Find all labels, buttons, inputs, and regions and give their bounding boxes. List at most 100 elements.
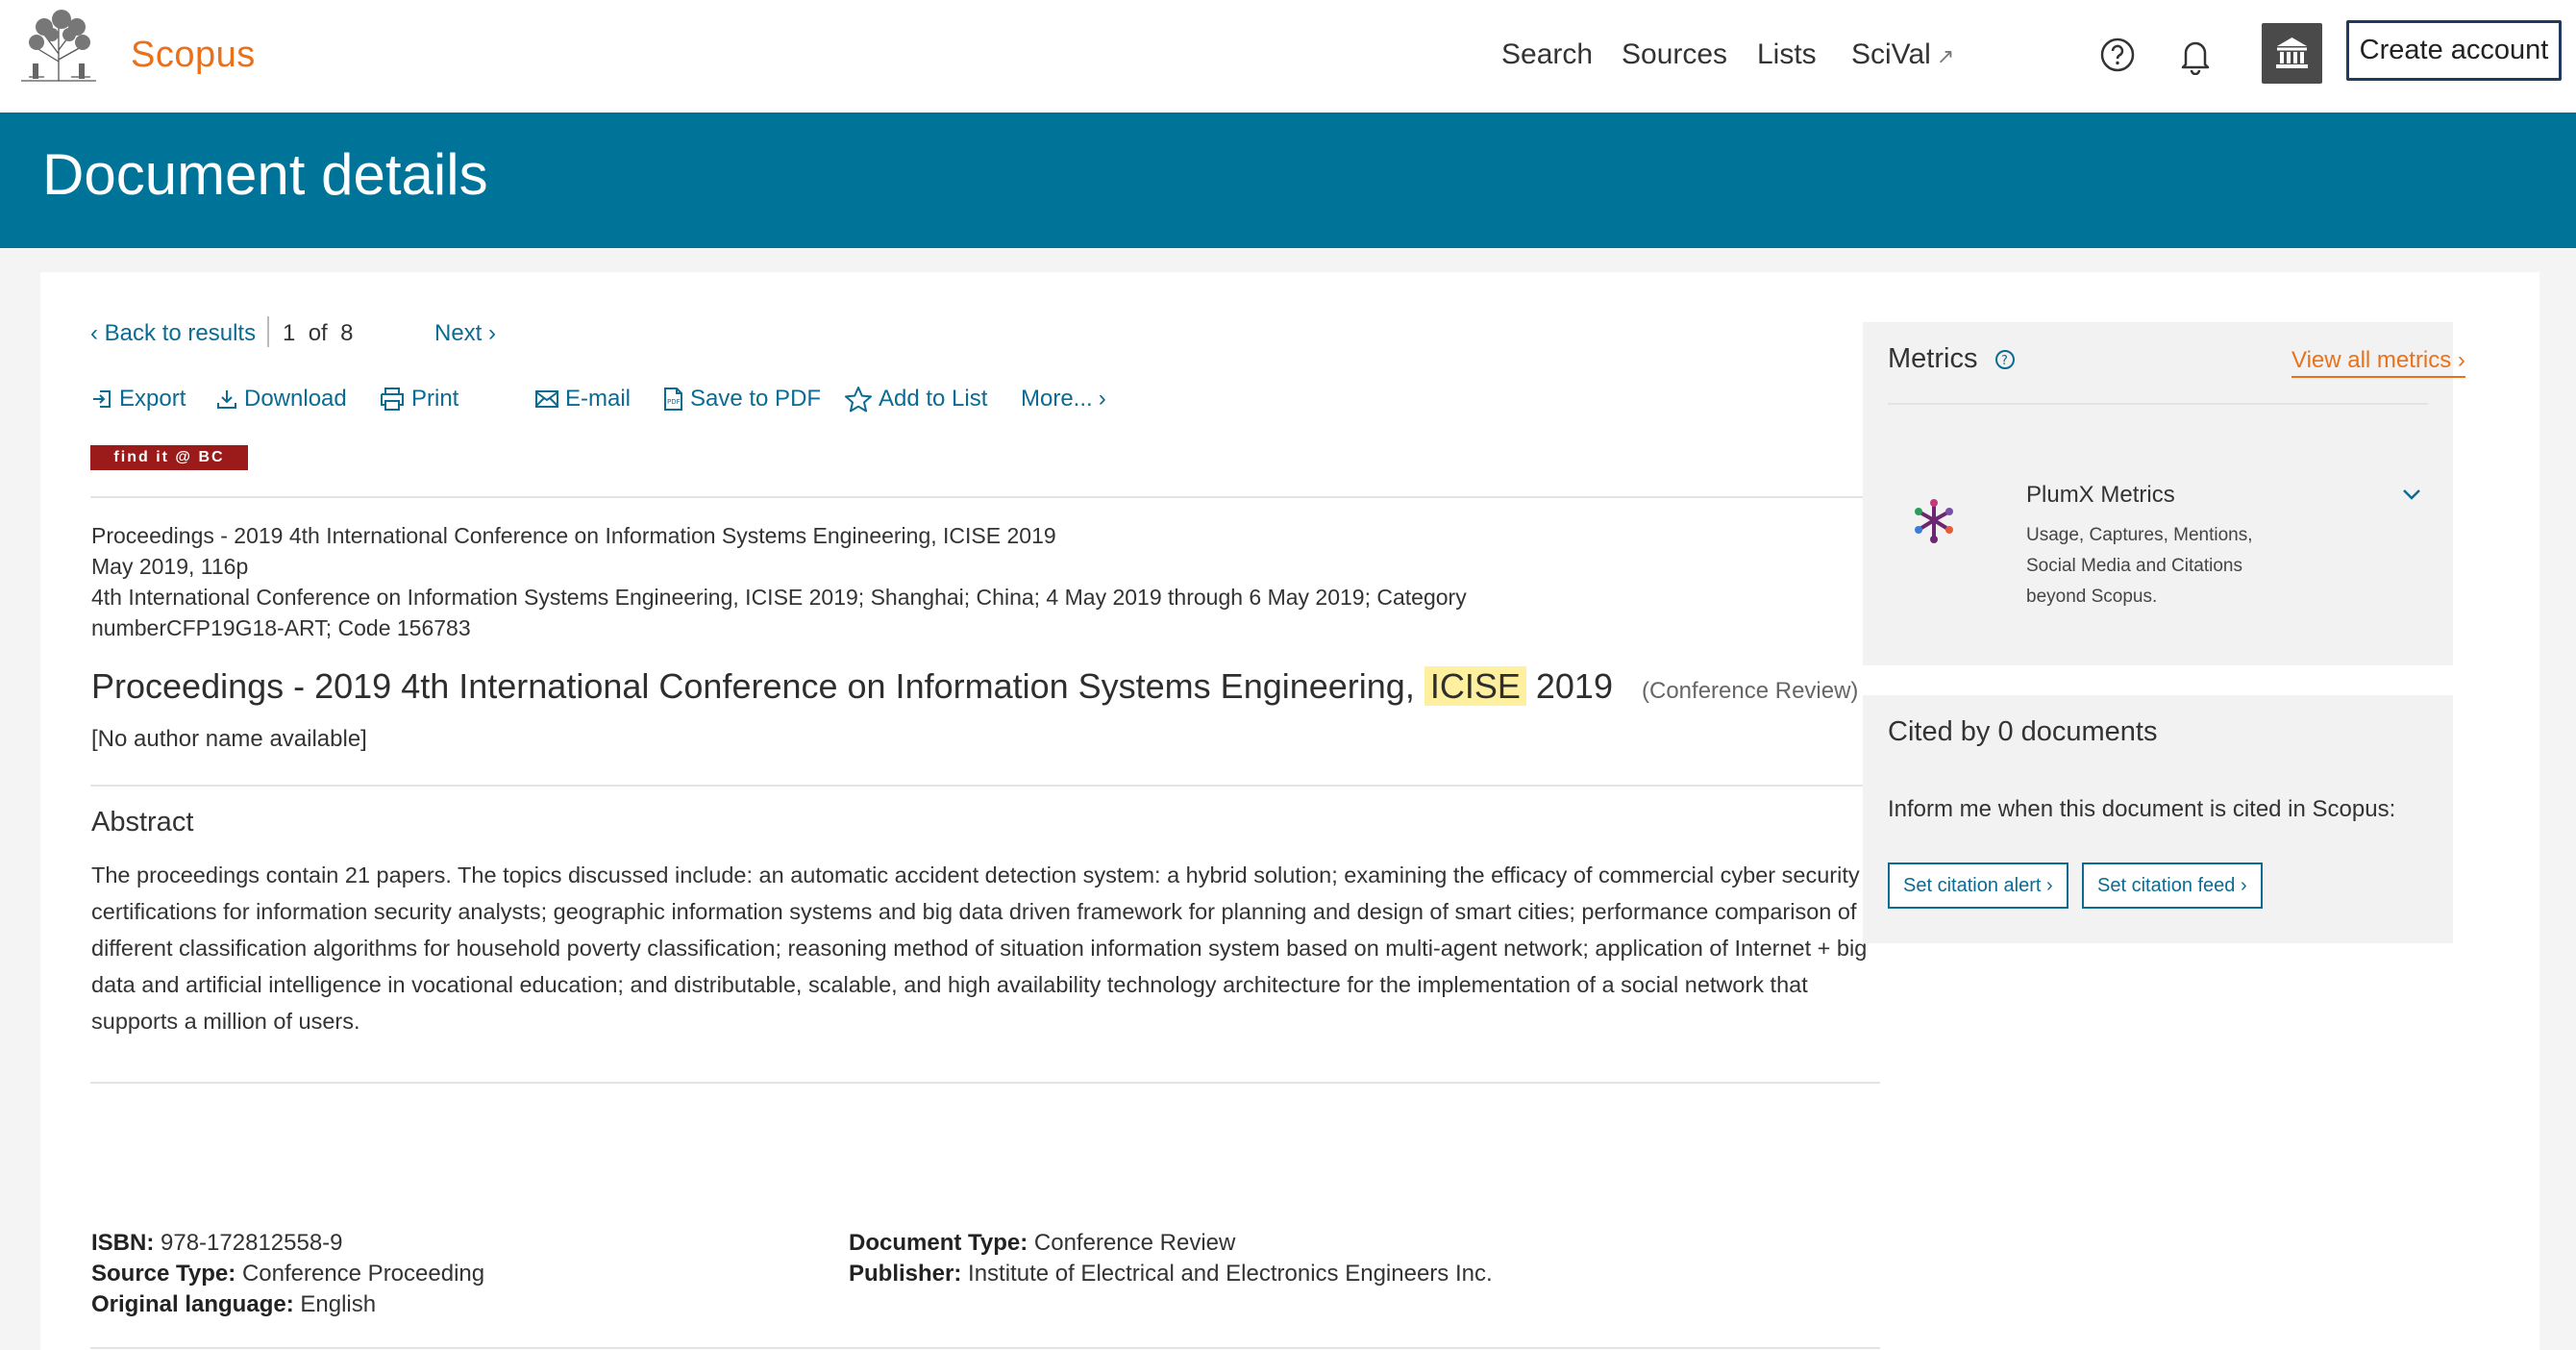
view-all-metrics-link[interactable]: View all metrics ›	[2291, 347, 2465, 378]
nav-lists[interactable]: Lists	[1757, 38, 1817, 71]
star-icon	[845, 387, 872, 412]
plumx-description: Usage, Captures, Mentions, Social Media …	[2026, 525, 2253, 607]
doc-type-value: Conference Review	[1033, 1230, 1236, 1256]
doc-type-label: Document Type:	[849, 1230, 1028, 1256]
isbn-label: ISBN:	[91, 1230, 155, 1256]
bell-icon[interactable]	[2177, 37, 2214, 75]
save-pdf-label: Save to PDF	[690, 386, 822, 412]
details-left: ISBN: 978-172812558-9 Source Type: Confe…	[91, 1228, 484, 1320]
set-citation-feed-button[interactable]: Set citation feed ›	[2082, 862, 2263, 909]
svg-text:PDF: PDF	[667, 398, 681, 406]
source-type-row: Source Type: Conference Proceeding	[91, 1259, 484, 1289]
of-label: of	[308, 320, 328, 346]
chevron-right-icon: ›	[1098, 386, 1106, 412]
metrics-heading: Metrics ?	[1888, 343, 2016, 375]
details-right: Document Type: Conference Review Publish…	[849, 1228, 1493, 1289]
document-title-year: 2019	[1535, 666, 1613, 706]
next-label: Next	[434, 320, 483, 346]
external-link-icon: ↗	[1936, 44, 1955, 68]
cited-by-heading: Cited by 0 documents	[1888, 716, 2158, 747]
language-label: Original language:	[91, 1291, 294, 1317]
plumx-title[interactable]: PlumX Metrics	[2026, 482, 2175, 509]
download-icon	[217, 390, 236, 409]
total-results: 8	[340, 320, 354, 346]
email-label: E-mail	[565, 386, 632, 412]
top-header: Scopus Search Sources Lists SciVal ↗ Crea…	[0, 0, 2576, 112]
cited-by-panel: Cited by 0 documents Inform me when this…	[1863, 695, 2453, 943]
conference-code: numberCFP19G18-ART; Code 156783	[91, 615, 471, 640]
citation-inform-text: Inform me when this document is cited in…	[1888, 796, 2396, 822]
find-it-button[interactable]: find it @ BC	[90, 445, 248, 470]
more-button[interactable]: More... ›	[1021, 386, 1106, 412]
nav-scival[interactable]: SciVal ↗	[1851, 38, 1954, 71]
pager-divider	[267, 316, 269, 347]
document-title-main: Proceedings - 2019 4th International Con…	[91, 666, 1415, 706]
abstract-heading: Abstract	[91, 807, 194, 838]
create-account-button[interactable]: Create account	[2346, 20, 2562, 81]
svg-text:?: ?	[2001, 354, 2008, 368]
language-value: English	[300, 1291, 377, 1317]
page-title: Document details	[42, 142, 488, 207]
divider	[1888, 403, 2428, 405]
divider	[90, 785, 1880, 787]
add-to-list-button[interactable]: Add to List	[844, 386, 987, 412]
isbn-value: 978-172812558-9	[161, 1230, 343, 1256]
document-title: Proceedings - 2019 4th International Con…	[91, 666, 1858, 707]
divider	[90, 1347, 1880, 1349]
more-label: More...	[1021, 386, 1093, 412]
print-icon	[381, 388, 404, 411]
next-result-link[interactable]: Next ›	[434, 320, 496, 347]
set-citation-alert-label: Set citation alert	[1903, 875, 2042, 896]
back-to-results-link[interactable]: ‹ Back to results	[90, 320, 256, 347]
print-button[interactable]: Print	[379, 386, 458, 412]
help-icon[interactable]	[2099, 37, 2136, 73]
nav-search[interactable]: Search	[1501, 38, 1593, 71]
author-line: [No author name available]	[91, 726, 367, 752]
chevron-down-icon[interactable]	[2401, 488, 2422, 501]
source-type-value: Conference Proceeding	[241, 1261, 485, 1287]
info-icon[interactable]: ?	[1994, 349, 2016, 370]
source-title-link[interactable]: Proceedings - 2019 4th International Con…	[91, 520, 1629, 551]
print-label: Print	[411, 386, 459, 412]
title-highlight: ICISE	[1424, 666, 1526, 706]
divider	[90, 496, 1880, 498]
export-icon	[93, 390, 111, 408]
export-label: Export	[119, 386, 186, 412]
metrics-panel: Metrics ? View all metrics › PlumX Metri…	[1863, 322, 2465, 665]
metrics-title: Metrics	[1888, 343, 1978, 374]
set-citation-alert-button[interactable]: Set citation alert ›	[1888, 862, 2068, 909]
institution-button[interactable]	[2262, 23, 2322, 84]
back-to-results-label: Back to results	[104, 320, 257, 346]
elsevier-tree-icon[interactable]	[15, 6, 102, 85]
institution-icon	[2276, 38, 2308, 68]
save-pdf-button[interactable]: PDF Save to PDF	[661, 386, 821, 412]
nav-scival-label: SciVal	[1851, 38, 1931, 70]
document-type-label: (Conference Review)	[1642, 678, 1859, 704]
source-type-label: Source Type:	[91, 1261, 236, 1287]
isbn-row: ISBN: 978-172812558-9	[91, 1228, 484, 1259]
divider	[90, 1082, 1880, 1084]
view-all-metrics-label: View all metrics	[2291, 347, 2452, 373]
export-button[interactable]: Export	[90, 386, 186, 412]
email-icon	[535, 390, 558, 408]
page-banner: Document details	[0, 112, 2576, 248]
nav-sources[interactable]: Sources	[1622, 38, 1727, 71]
publisher-label: Publisher:	[849, 1261, 962, 1287]
conference-info: 4th International Conference on Informat…	[91, 585, 1467, 610]
brand-name[interactable]: Scopus	[131, 35, 256, 76]
publisher-row: Publisher: Institute of Electrical and E…	[849, 1259, 1493, 1289]
doc-type-row: Document Type: Conference Review	[849, 1228, 1493, 1259]
set-citation-feed-label: Set citation feed	[2097, 875, 2236, 896]
plumx-icon	[1915, 499, 1953, 543]
result-counter: 1 of 8	[283, 320, 353, 347]
language-row: Original language: English	[91, 1289, 484, 1320]
add-to-list-label: Add to List	[879, 386, 988, 412]
pdf-icon: PDF	[664, 388, 682, 411]
email-button[interactable]: E-mail	[534, 386, 631, 412]
download-button[interactable]: Download	[215, 386, 347, 412]
download-label: Download	[244, 386, 347, 412]
source-date: May 2019, 116p	[91, 554, 249, 579]
current-result: 1	[283, 320, 296, 346]
source-info: Proceedings - 2019 4th International Con…	[91, 520, 1629, 643]
abstract-text: The proceedings contain 21 papers. The t…	[91, 862, 1868, 1034]
